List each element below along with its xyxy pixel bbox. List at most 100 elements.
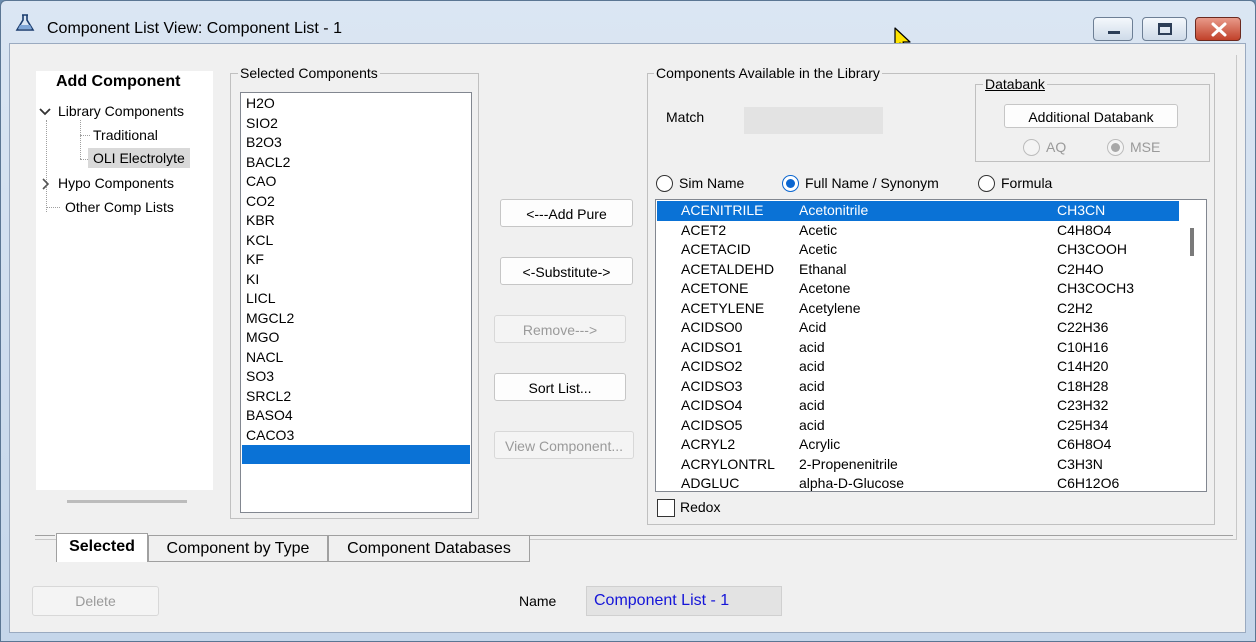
- view-component-button[interactable]: View Component...: [494, 431, 634, 459]
- selected-component-item[interactable]: MGCL2: [246, 309, 294, 328]
- library-cell-sim: ACIDSO5: [681, 416, 743, 433]
- library-row[interactable]: ACETACID Acetic CH3COOH: [657, 240, 1179, 260]
- library-row[interactable]: ACIDSO0 Acid C22H36: [657, 318, 1179, 338]
- add-pure-button[interactable]: <---Add Pure: [500, 199, 633, 227]
- remove-button[interactable]: Remove--->: [494, 315, 626, 343]
- library-row[interactable]: ACETALDEHD Ethanal C2H4O: [657, 260, 1179, 280]
- selected-component-item[interactable]: KI: [246, 270, 259, 289]
- library-cell-formula: CH3COOH: [1057, 241, 1128, 257]
- library-cell-sim: ADGLUC: [681, 475, 740, 491]
- library-cell-full: acid: [799, 358, 825, 374]
- close-button[interactable]: [1195, 17, 1241, 41]
- tab-component-databases[interactable]: Component Databases: [328, 535, 530, 562]
- library-cell-sim: ACIDSO1: [681, 338, 743, 355]
- sort-list-button[interactable]: Sort List...: [494, 373, 626, 401]
- library-row[interactable]: ACENITRILE Acetonitrile CH3CN: [657, 201, 1179, 221]
- tree-item-library-components[interactable]: Library Components: [58, 103, 184, 119]
- minimize-icon: [1108, 31, 1120, 34]
- tab-selected[interactable]: Selected: [56, 533, 148, 562]
- library-cell-sim: ACETALDEHD: [681, 260, 775, 277]
- selected-component-item[interactable]: KCL: [246, 231, 273, 250]
- selected-component-item[interactable]: H2O: [246, 94, 275, 113]
- chevron-right-icon[interactable]: [38, 177, 52, 191]
- library-row[interactable]: ACETONE Acetone CH3COCH3: [657, 279, 1179, 299]
- library-row[interactable]: ACRYLONTRL 2-Propenenitrile C3H3N: [657, 455, 1179, 475]
- mse-label: MSE: [1130, 139, 1161, 155]
- selected-components-list[interactable]: H2O SIO2 B2O3 BACL2 CAO CO2 KBR KCL KF KI LICL MGCL…: [240, 92, 472, 513]
- formula-label: Formula: [1001, 175, 1053, 191]
- aq-label: AQ: [1046, 139, 1067, 155]
- selected-component-item[interactable]: MGO: [246, 328, 279, 347]
- selected-component-item[interactable]: KBR: [246, 211, 275, 230]
- library-row[interactable]: ACIDSO4 acid C23H32: [657, 396, 1179, 416]
- full-name-radio[interactable]: [782, 175, 799, 192]
- name-label: Name: [519, 593, 557, 609]
- aq-radio[interactable]: [1023, 139, 1040, 156]
- library-cell-formula: C4H8O4: [1057, 221, 1112, 238]
- tree-item-traditional[interactable]: Traditional: [93, 127, 158, 143]
- redox-checkbox[interactable]: [657, 499, 675, 517]
- tab-strip-line: [530, 535, 1233, 536]
- library-cell-full: 2-Propenenitrile: [799, 455, 898, 472]
- library-cell-full: Acetone: [799, 280, 851, 296]
- tree-item-oli-electrolyte[interactable]: OLI Electrolyte: [88, 148, 190, 168]
- selected-component-item[interactable]: LICL: [246, 289, 276, 308]
- library-row[interactable]: ADGLUC alpha-D-Glucose C6H12O6: [657, 474, 1179, 491]
- library-cell-formula: C23H32: [1057, 397, 1109, 413]
- library-cell-sim: ACETYLENE: [681, 299, 765, 316]
- library-row[interactable]: ACIDSO1 acid C10H16: [657, 338, 1179, 358]
- maximize-icon: [1158, 23, 1172, 35]
- library-row[interactable]: ACIDSO2 acid C14H20: [657, 357, 1179, 377]
- library-cell-full: Acid: [799, 319, 827, 335]
- additional-databank-button[interactable]: Additional Databank: [1004, 104, 1178, 128]
- library-list-scrollbar[interactable]: [1190, 228, 1194, 256]
- library-cell-formula: C25H34: [1057, 416, 1109, 433]
- selected-component-item[interactable]: SIO2: [246, 114, 278, 133]
- library-cell-full: acid: [799, 377, 825, 394]
- name-field[interactable]: Component List - 1: [586, 586, 782, 616]
- title-bar[interactable]: Component List View: Component List - 1: [1, 1, 1255, 43]
- selected-component-item[interactable]: KF: [246, 250, 264, 269]
- library-cell-formula: C2H4O: [1057, 260, 1104, 277]
- selected-component-item[interactable]: CACO3: [246, 426, 294, 445]
- match-label: Match: [666, 109, 705, 125]
- selected-component-item[interactable]: BASO4: [246, 406, 293, 425]
- library-cell-formula: C14H20: [1057, 358, 1109, 374]
- tab-component-by-type[interactable]: Component by Type: [148, 535, 328, 562]
- maximize-button[interactable]: [1142, 17, 1187, 41]
- selected-component-item[interactable]: B2O3: [246, 133, 282, 152]
- tree-item-other-comp-lists[interactable]: Other Comp Lists: [65, 199, 174, 215]
- library-cell-full: Acetic: [799, 241, 838, 257]
- tree-connector: [46, 207, 60, 208]
- formula-radio[interactable]: [978, 175, 995, 192]
- library-row[interactable]: ACRYL2 Acrylic C6H8O4: [657, 435, 1179, 455]
- selected-component-item[interactable]: NACL: [246, 348, 283, 367]
- selected-component-item[interactable]: BACL2: [246, 153, 290, 172]
- sim-name-radio[interactable]: [656, 175, 673, 192]
- substitute-button[interactable]: <-Substitute->: [500, 257, 633, 285]
- library-row[interactable]: ACET2 Acetic C4H8O4: [657, 221, 1179, 241]
- delete-button[interactable]: Delete: [32, 586, 159, 616]
- library-cell-sim: ACETACID: [681, 241, 751, 257]
- tree-horizontal-scrollbar[interactable]: [67, 500, 187, 503]
- library-row[interactable]: ACIDSO5 acid C25H34: [657, 416, 1179, 436]
- chevron-down-icon[interactable]: [38, 105, 52, 119]
- library-cell-sim: ACIDSO0: [681, 319, 743, 335]
- library-cell-full: Acetic: [799, 221, 838, 238]
- match-input[interactable]: [744, 107, 883, 134]
- library-row[interactable]: ACETYLENE Acetylene C2H2: [657, 299, 1179, 319]
- tree-title: Add Component: [56, 73, 181, 90]
- minimize-button[interactable]: [1093, 17, 1133, 41]
- selected-component-item[interactable]: CAO: [246, 172, 276, 191]
- tree-item-hypo-components[interactable]: Hypo Components: [58, 175, 174, 191]
- mse-radio[interactable]: [1107, 139, 1124, 156]
- redox-label: Redox: [680, 499, 721, 515]
- library-row[interactable]: ACIDSO3 acid C18H28: [657, 377, 1179, 397]
- selected-list-highlight: [242, 445, 470, 464]
- close-icon: [1211, 22, 1227, 37]
- selected-component-item[interactable]: CO2: [246, 192, 275, 211]
- library-components-list[interactable]: ACENITRILE Acetonitrile CH3CN ACET2 Acetic C4…: [655, 199, 1207, 492]
- library-cell-sim: ACENITRILE: [681, 202, 764, 218]
- selected-component-item[interactable]: SRCL2: [246, 387, 291, 406]
- selected-component-item[interactable]: SO3: [246, 367, 274, 386]
